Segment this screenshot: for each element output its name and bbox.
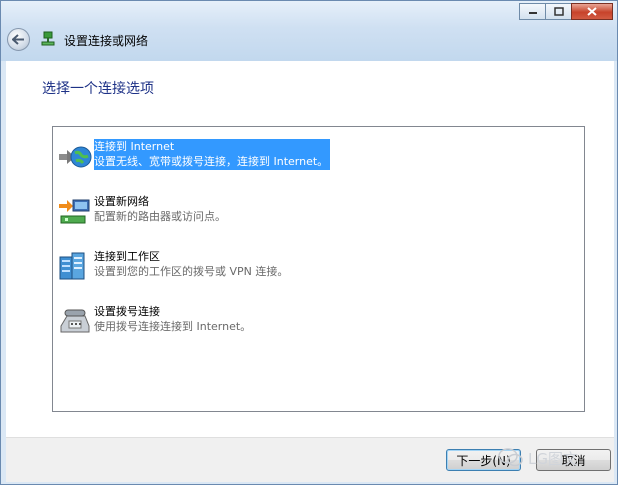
option-setup-dialup[interactable]: 设置拨号连接 使用拨号连接连接到 Internet。 bbox=[57, 304, 357, 344]
option-setup-new-network[interactable]: 设置新网络 配置新的路由器或访问点。 bbox=[57, 194, 357, 234]
option-title: 设置新网络 bbox=[94, 195, 149, 208]
caption-buttons bbox=[519, 3, 613, 20]
window-title: 设置连接或网络 bbox=[64, 34, 149, 48]
option-title: 连接到工作区 bbox=[94, 250, 160, 263]
option-description: 设置到您的工作区的拨号或 VPN 连接。 bbox=[94, 265, 289, 278]
dialup-phone-icon bbox=[60, 309, 90, 333]
option-description: 使用拨号连接连接到 Internet。 bbox=[94, 320, 252, 333]
option-title: 连接到 Internet bbox=[94, 140, 175, 153]
minimize-button[interactable] bbox=[519, 3, 546, 20]
minimize-icon bbox=[528, 11, 537, 14]
content-area: 选择一个连接选项 连接到 Internet 设置无线、宽带或拨号连接，连接到 I… bbox=[6, 61, 614, 437]
maximize-icon bbox=[553, 7, 564, 16]
option-text: 设置新网络 配置新的路由器或访问点。 bbox=[94, 194, 226, 224]
network-setup-icon bbox=[41, 31, 55, 46]
workplace-icon bbox=[59, 252, 85, 280]
dialog-window: 设置连接或网络 选择一个连接选项 连接到 Internet 设置无线、宽带或拨号… bbox=[0, 0, 618, 485]
option-text: 连接到 Internet 设置无线、宽带或拨号连接，连接到 Internet。 bbox=[94, 139, 331, 170]
title-bar: 设置连接或网络 bbox=[1, 1, 617, 61]
option-title: 设置拨号连接 bbox=[94, 305, 160, 318]
close-icon bbox=[587, 7, 597, 16]
connection-options-list: 连接到 Internet 设置无线、宽带或拨号连接，连接到 Internet。 … bbox=[52, 126, 585, 412]
page-heading: 选择一个连接选项 bbox=[42, 81, 154, 97]
new-network-icon bbox=[59, 199, 90, 224]
close-button[interactable] bbox=[571, 3, 613, 20]
watermark-text: LG图文 bbox=[528, 449, 578, 468]
maximize-button[interactable] bbox=[545, 3, 572, 20]
option-text: 设置拨号连接 使用拨号连接连接到 Internet。 bbox=[94, 304, 251, 334]
watermark: LG图文 bbox=[498, 441, 613, 475]
back-arrow-icon bbox=[12, 34, 24, 45]
globe-internet-icon bbox=[59, 146, 92, 168]
option-connect-internet[interactable]: 连接到 Internet 设置无线、宽带或拨号连接，连接到 Internet。 bbox=[57, 139, 357, 179]
wechat-icon bbox=[498, 448, 523, 467]
back-button[interactable] bbox=[7, 28, 30, 51]
option-description: 设置无线、宽带或拨号连接，连接到 Internet。 bbox=[94, 155, 329, 168]
option-connect-workplace[interactable]: 连接到工作区 设置到您的工作区的拨号或 VPN 连接。 bbox=[57, 249, 357, 289]
option-description: 配置新的路由器或访问点。 bbox=[94, 210, 226, 223]
option-text: 连接到工作区 设置到您的工作区的拨号或 VPN 连接。 bbox=[94, 249, 288, 279]
